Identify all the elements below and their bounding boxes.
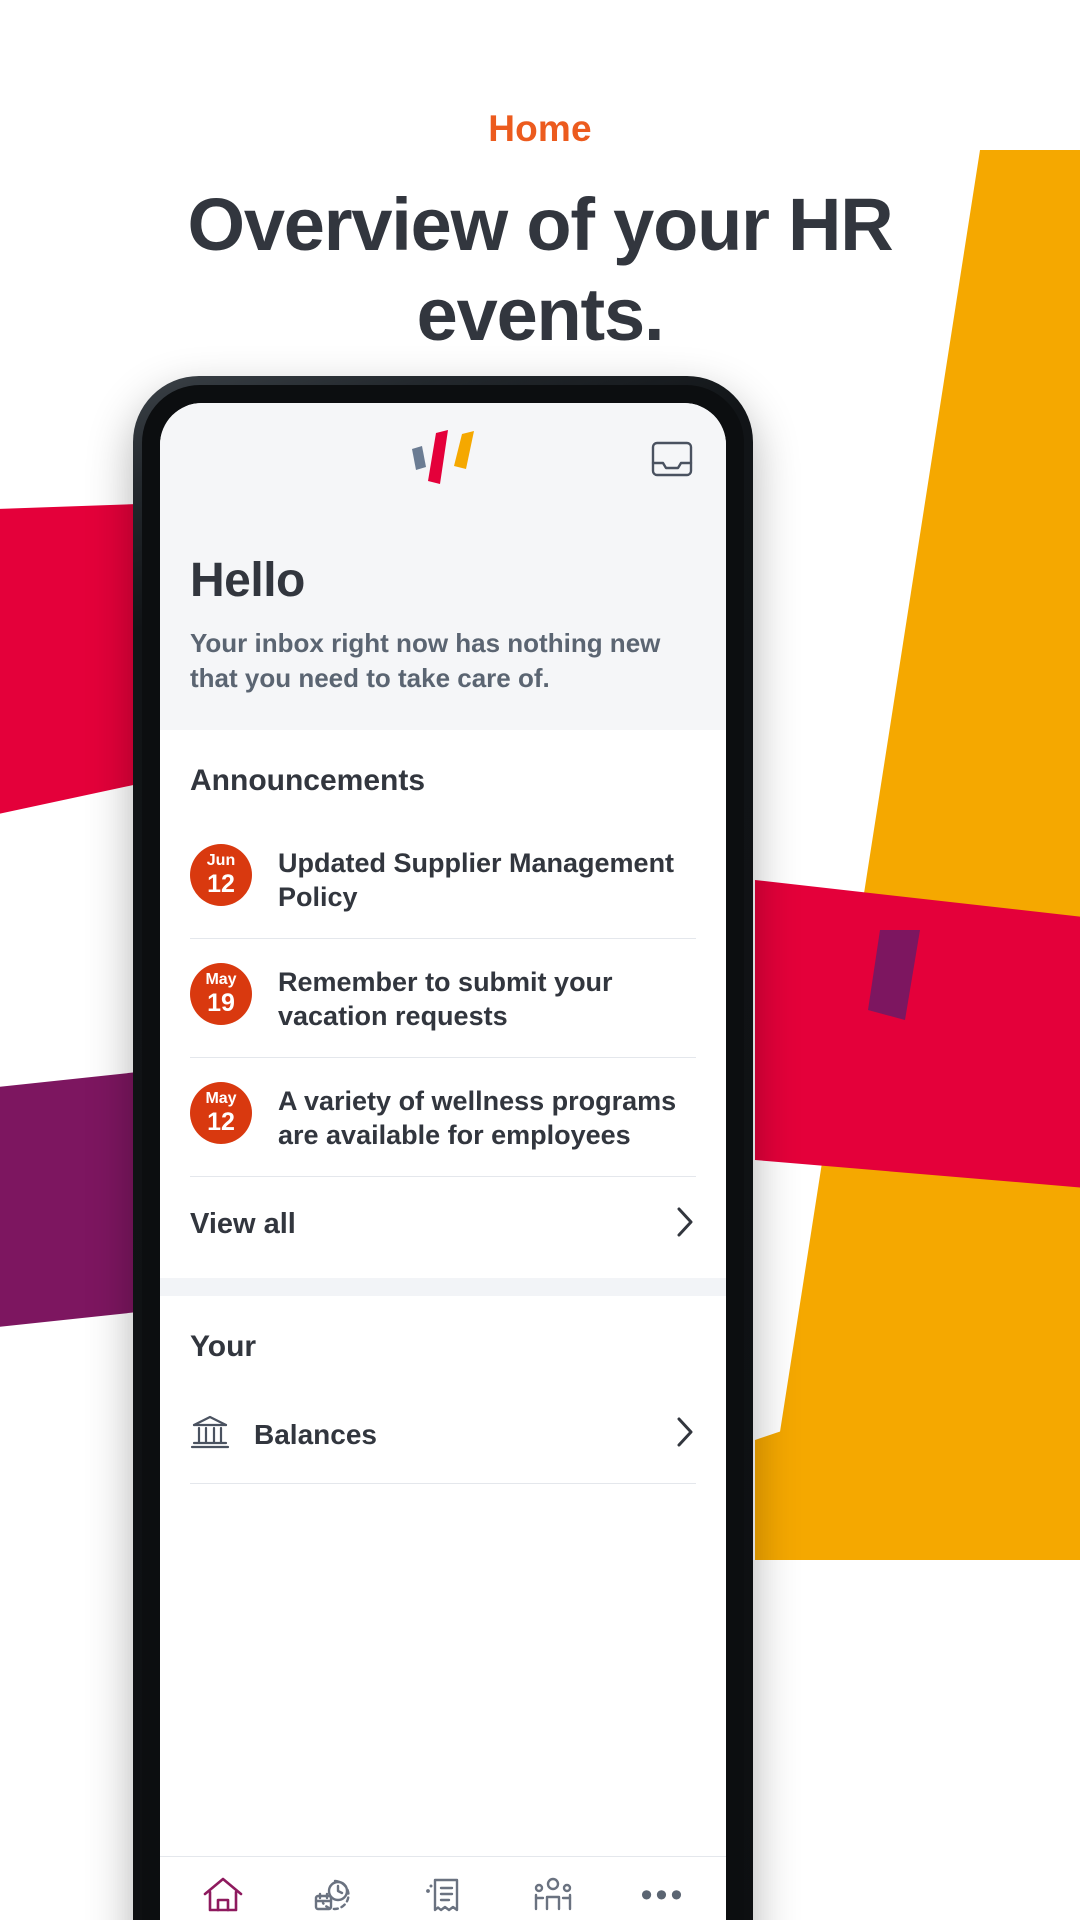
announcement-date-badge: Jun 12 (190, 844, 252, 907)
badge-day: 19 (207, 989, 235, 1018)
chevron-right-icon (674, 1415, 696, 1454)
tab-more[interactable]: ••• (608, 1875, 718, 1920)
announcement-date-badge: May 19 (190, 963, 252, 1026)
promo-title: Overview of your HR events. (187, 183, 893, 357)
announcements-section: Announcements Jun 12 Updated Supplier Ma… (160, 730, 726, 1279)
greeting-block: Hello Your inbox right now has nothing n… (160, 515, 726, 696)
badge-day: 12 (207, 1108, 235, 1137)
phone-mockup: Hello Your inbox right now has nothing n… (133, 376, 753, 1920)
phone-bezel: Hello Your inbox right now has nothing n… (142, 385, 744, 1920)
tab-home[interactable]: Home (168, 1875, 278, 1920)
people-group-icon (532, 1875, 574, 1920)
your-section-title: Your (190, 1330, 257, 1364)
app-header-area: Hello Your inbox right now has nothing n… (160, 403, 726, 731)
announcement-row[interactable]: May 19 Remember to submit your vacation … (190, 939, 696, 1059)
view-all-label: View all (190, 1208, 296, 1241)
more-ellipsis-icon: ••• (640, 1876, 686, 1914)
section-divider (160, 1278, 726, 1297)
tab-time[interactable]: Time (278, 1875, 388, 1920)
promo-heading: Home Overview of your HR events. (0, 0, 1080, 361)
inbox-tray-icon[interactable] (644, 431, 700, 487)
badge-month: Jun (206, 852, 236, 870)
bank-building-icon (190, 1412, 230, 1457)
sap-successfactors-logo (406, 429, 480, 490)
announcement-row[interactable]: May 12 A variety of wellness programs ar… (190, 1058, 696, 1178)
announcement-date-badge: May 12 (190, 1082, 252, 1145)
your-item-balances[interactable]: Balances (190, 1386, 696, 1485)
app-bar (160, 403, 726, 515)
tab-contacts[interactable]: Contacts (498, 1875, 608, 1920)
announcement-row[interactable]: Jun 12 Updated Supplier Management Polic… (190, 820, 696, 940)
chevron-right-icon (674, 1205, 696, 1244)
home-icon (202, 1875, 244, 1920)
announcement-title: Updated Supplier Management Policy (278, 848, 675, 913)
greeting-title: Hello (190, 554, 305, 607)
promo-eyebrow: Home (488, 108, 592, 149)
greeting-subtitle: Your inbox right now has nothing new tha… (190, 628, 661, 694)
receipt-icon (422, 1875, 464, 1920)
clock-calendar-icon (312, 1875, 354, 1920)
announcements-list: Jun 12 Updated Supplier Management Polic… (160, 820, 726, 1178)
tab-expense[interactable]: Expense (388, 1875, 498, 1920)
badge-day: 12 (207, 870, 235, 899)
view-all-announcements-link[interactable]: View all (190, 1177, 696, 1274)
announcement-title: A variety of wellness programs are avail… (278, 1086, 677, 1151)
announcements-title: Announcements (190, 764, 426, 798)
announcement-title: Remember to submit your vacation request… (278, 967, 613, 1032)
badge-month: May (205, 1090, 237, 1108)
promo-screenshot: Home Overview of your HR events. Hello Y… (0, 0, 1080, 1920)
app-screen: Hello Your inbox right now has nothing n… (160, 403, 726, 1920)
your-section: Your Balances (160, 1296, 726, 1489)
bottom-tab-bar: Home (160, 1856, 726, 1920)
your-item-label: Balances (254, 1418, 377, 1450)
badge-month: May (205, 971, 237, 989)
